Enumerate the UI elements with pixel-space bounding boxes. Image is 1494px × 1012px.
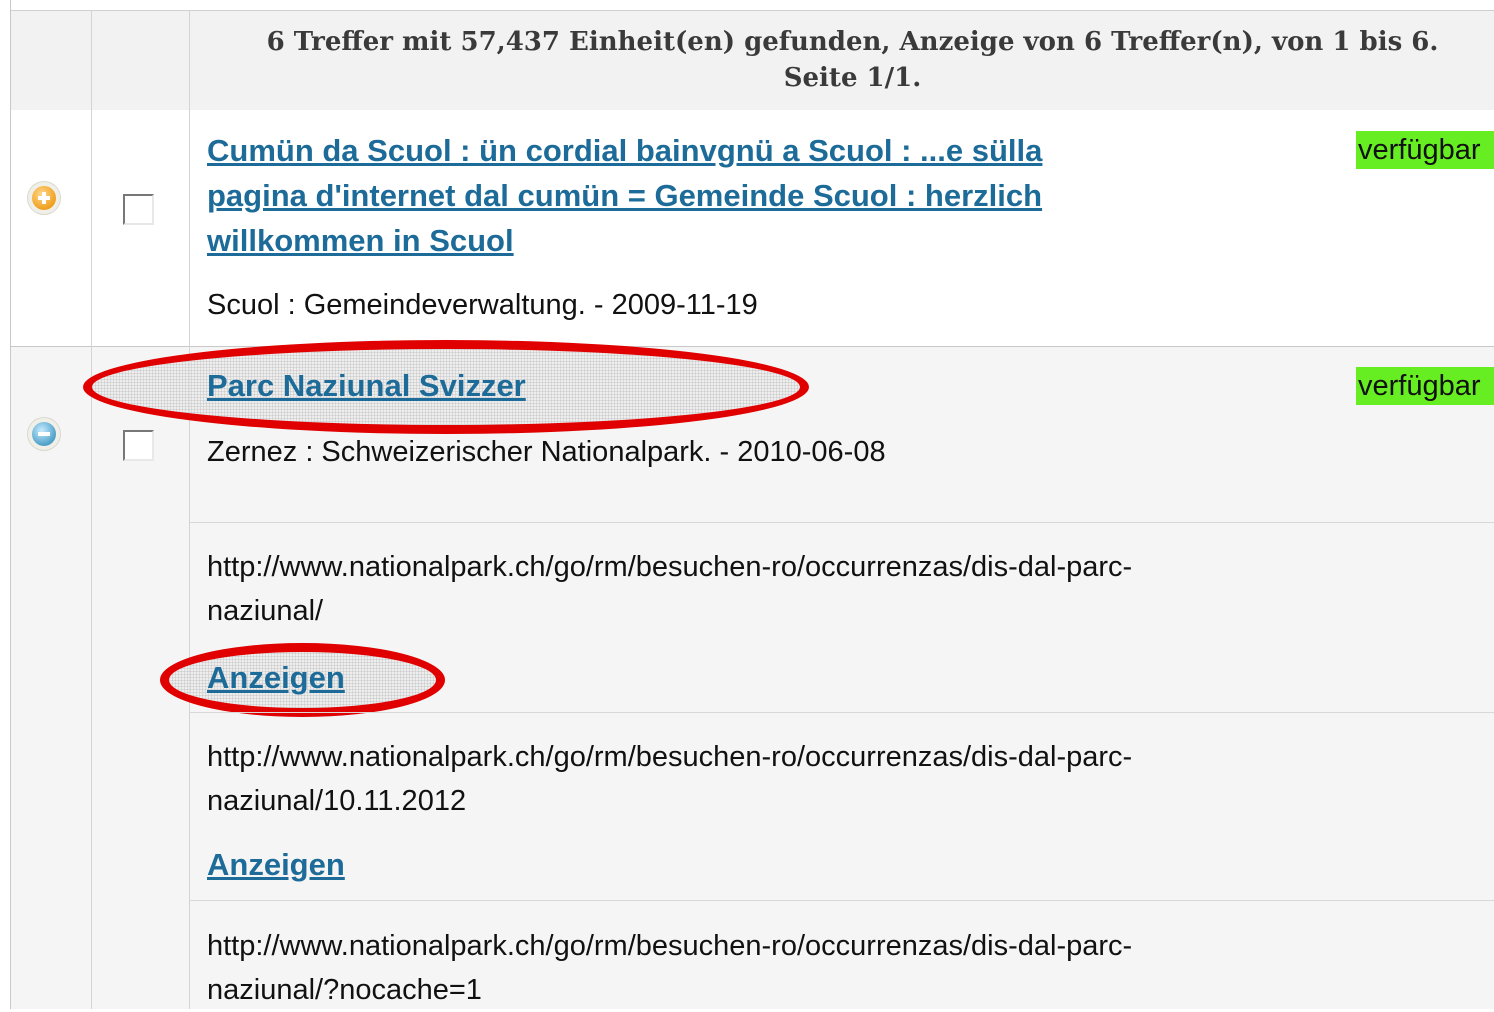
availability-badge-1: verfügbar [1356, 131, 1494, 169]
column-divider [189, 10, 190, 1009]
online-url-2: http://www.nationalpark.ch/go/rm/besuche… [207, 741, 1133, 817]
results-summary: 6 Treffer mit 57,437 Einheit(en) gefunde… [190, 24, 1494, 96]
link-separator [190, 522, 1494, 523]
result-imprint-1: Scuol : Gemeindeverwaltung. - 2009-11-19 [207, 289, 758, 321]
result-imprint-2: Zernez : Schweizerischer Nationalpark. -… [207, 436, 886, 468]
select-checkbox-2[interactable] [123, 430, 154, 461]
availability-badge-2: verfügbar [1356, 367, 1494, 405]
online-url-3: http://www.nationalpark.ch/go/rm/besuche… [207, 930, 1133, 1006]
link-separator [190, 900, 1494, 901]
anzeigen-link-1[interactable]: Anzeigen [207, 655, 345, 700]
collapse-minus-icon[interactable] [32, 422, 56, 446]
result-title-link-1[interactable]: Cumün da Scuol : ün cordial bainvgnü a S… [207, 128, 1042, 263]
results-summary-line2: Seite 1/1. [783, 63, 922, 93]
select-checkbox-1[interactable] [123, 194, 154, 225]
anzeigen-link-2[interactable]: Anzeigen [207, 842, 345, 887]
online-url-1: http://www.nationalpark.ch/go/rm/besuche… [207, 551, 1133, 627]
expand-plus-icon[interactable] [32, 186, 56, 210]
result-title-link-2[interactable]: Parc Naziunal Svizzer [207, 363, 526, 408]
results-summary-line1: 6 Treffer mit 57,437 Einheit(en) gefunde… [266, 27, 1439, 57]
column-divider [91, 10, 92, 1009]
link-separator [190, 712, 1494, 713]
